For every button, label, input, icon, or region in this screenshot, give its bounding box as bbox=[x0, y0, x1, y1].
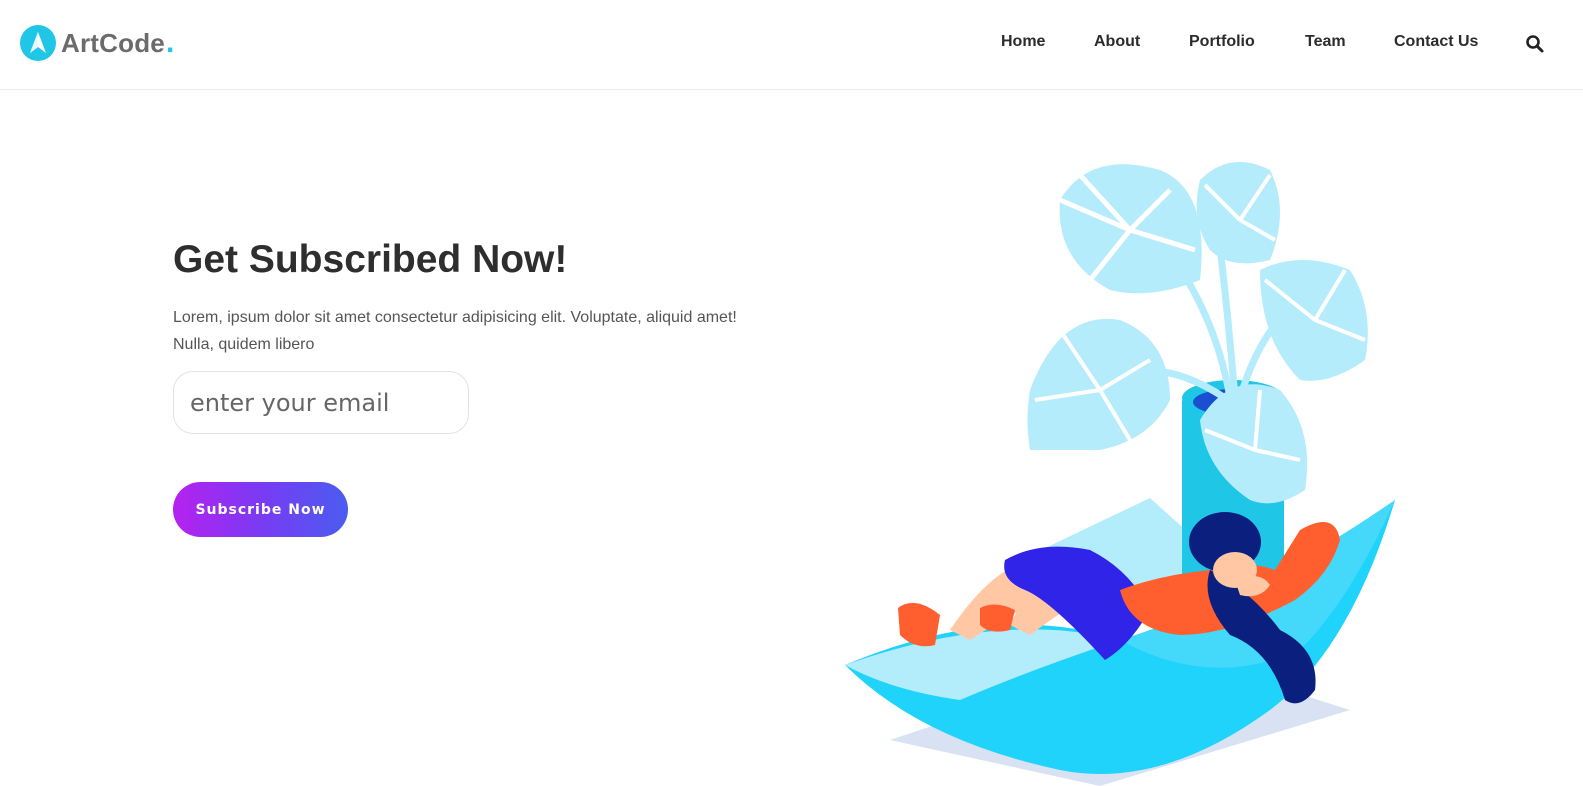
hero-description: Lorem, ipsum dolor sit amet consectetur … bbox=[173, 309, 737, 353]
nav-home[interactable]: Home bbox=[1001, 33, 1045, 51]
email-field-wrapper bbox=[173, 371, 469, 434]
nav-about[interactable]: About bbox=[1094, 33, 1140, 51]
nav-portfolio[interactable]: Portfolio bbox=[1189, 33, 1255, 51]
search-icon[interactable] bbox=[1525, 34, 1545, 54]
email-input[interactable] bbox=[174, 372, 468, 433]
hero-title: Get Subscribed Now! bbox=[173, 238, 568, 281]
nav-contact-us[interactable]: Contact Us bbox=[1394, 33, 1478, 51]
main-nav: Home About Portfolio Team Contact Us bbox=[0, 33, 1583, 55]
hero-illustration bbox=[830, 130, 1430, 786]
subscribe-button[interactable]: Subscribe Now bbox=[173, 482, 348, 537]
nav-team[interactable]: Team bbox=[1305, 33, 1346, 51]
top-navbar: ArtCode . Home About Portfolio Team Cont… bbox=[0, 0, 1583, 90]
